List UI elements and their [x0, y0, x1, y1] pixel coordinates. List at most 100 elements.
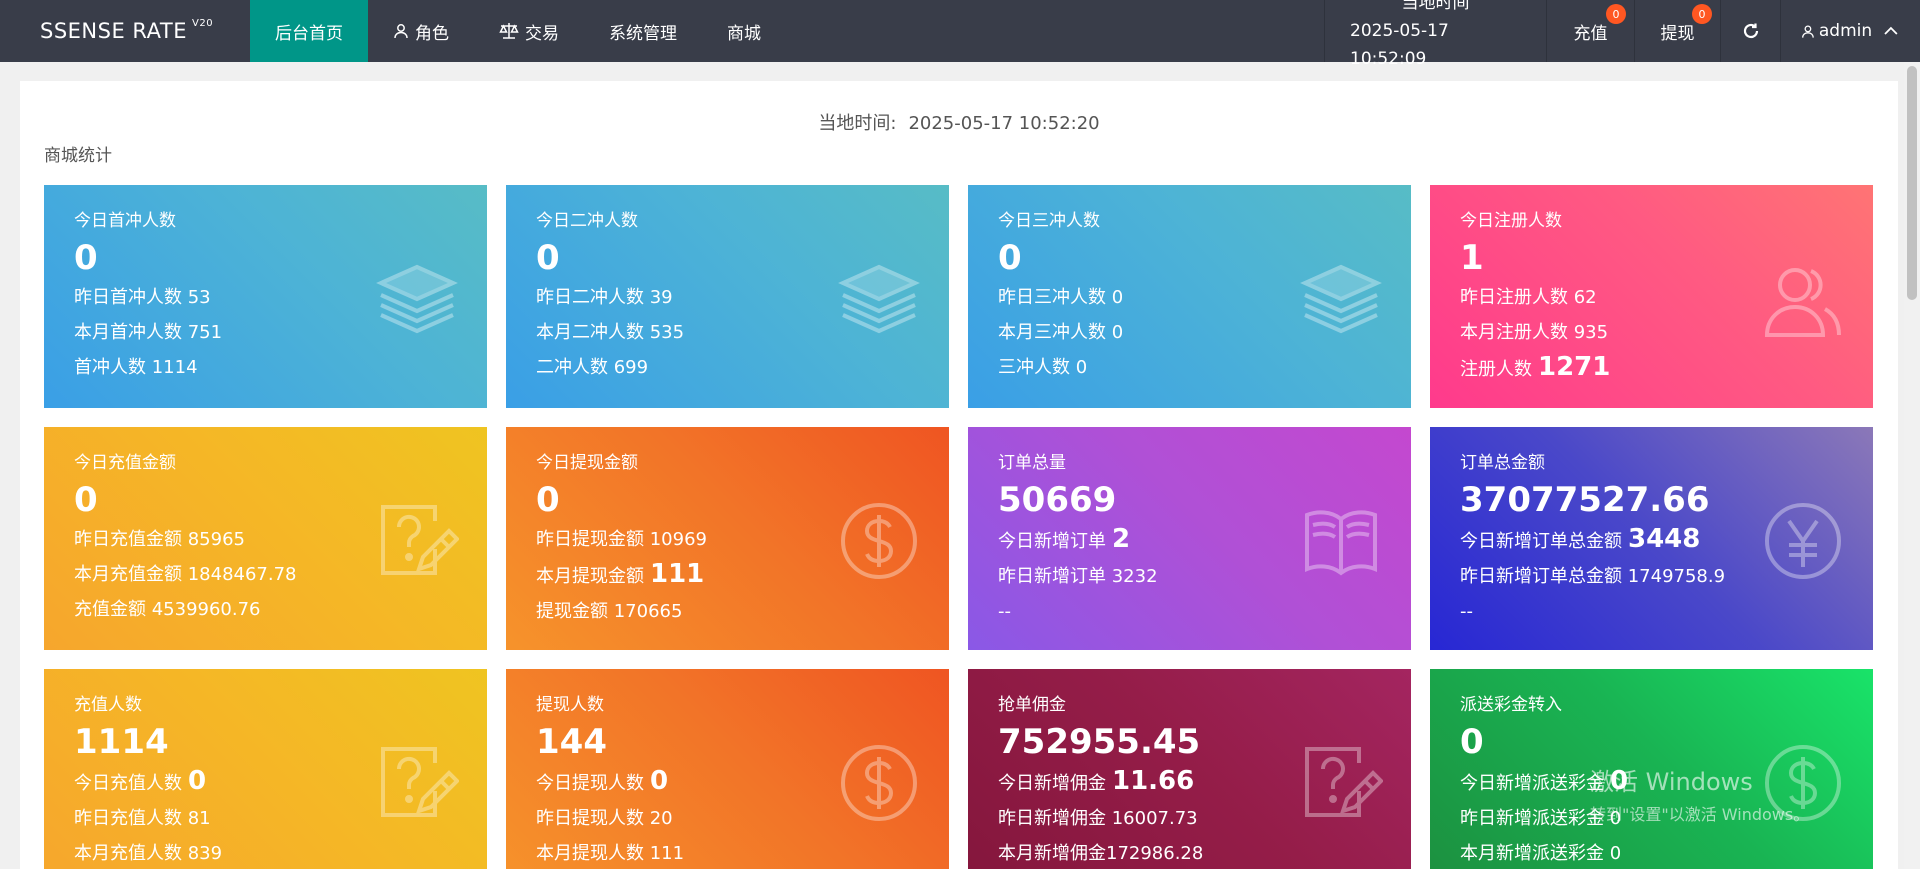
layers-icon: [837, 257, 921, 341]
stat-card-line-text: 昨日三冲人数 0: [998, 287, 1124, 308]
stat-card-line-text: 本月提现金额: [536, 566, 644, 587]
refresh-button[interactable]: [1720, 0, 1780, 62]
stat-card-line-highlight: 0: [1610, 766, 1629, 796]
stat-card-title: 订单总金额: [1460, 453, 1545, 473]
stat-card-line-highlight: 111: [650, 559, 705, 589]
nav-item-label: 商城: [727, 23, 761, 44]
stat-card-line-text: 昨日注册人数 62: [1460, 287, 1597, 308]
chevron-up-icon: [1884, 26, 1898, 35]
stat-card-line-text: 今日充值人数: [74, 773, 182, 794]
stat-card-line-text: 本月注册人数 935: [1460, 322, 1609, 343]
stat-card-line: 提现金额 170665: [536, 594, 919, 629]
stat-card-line-text: 本月二冲人数 535: [536, 322, 685, 343]
clock-label: 当地时间: [1401, 0, 1470, 13]
stat-card-line-text: 今日新增订单: [998, 531, 1106, 552]
admin-label: admin: [1818, 21, 1873, 41]
stat-card-line-text: 昨日新增佣金 16007.73: [998, 808, 1198, 829]
recharge-badge: 0: [1606, 4, 1626, 24]
layers-icon: [375, 257, 459, 341]
main-panel: 当地时间: 2025-05-17 10:52:20 商城统计 今日首冲人数 0 昨日首…: [20, 81, 1898, 869]
top-right-tools: 当地时间 2025-05-17 10:52:09 充值 0 提现 0 admin: [1324, 0, 1920, 69]
yen-icon: [1761, 499, 1845, 583]
stat-card-line: 本月提现人数 111: [536, 836, 919, 869]
stat-card: 今日充值金额 0 昨日充值金额 85965 本月充值金额 1848467.78 充值金额…: [44, 427, 487, 650]
stat-card-line: 三冲人数 0: [998, 350, 1381, 385]
stat-card-title: 今日首冲人数: [74, 211, 176, 231]
stat-card-line-text: 今日新增佣金: [998, 773, 1106, 794]
stat-card-line: 本月新增派送彩金 0: [1460, 836, 1843, 869]
scale-icon: [499, 23, 519, 39]
stat-card-line: 充值金额 4539960.76: [74, 592, 457, 627]
users-icon: [1761, 257, 1845, 341]
user-icon: [394, 24, 408, 39]
stat-card-title: 今日二冲人数: [536, 211, 638, 231]
question-edit-icon: [375, 499, 460, 583]
withdraw-button[interactable]: 提现 0: [1634, 0, 1720, 62]
stat-card-title: 今日提现金额: [536, 453, 638, 473]
stat-card-line-text: 本月新增佣金172986.28: [998, 843, 1204, 864]
nav-item-mall[interactable]: 商城: [702, 0, 786, 62]
stat-card-line-text: 昨日新增订单总金额 1749758.9: [1460, 566, 1726, 587]
stat-card-line-text: 二冲人数 699: [536, 357, 649, 378]
stat-card-line: 本月新增佣金172986.28: [998, 836, 1381, 869]
withdraw-label: 提现: [1660, 23, 1695, 44]
stat-card-line-text: --: [998, 601, 1011, 622]
stat-card-line-text: 昨日充值人数 81: [74, 808, 211, 829]
book-icon: [1299, 499, 1383, 583]
stat-card-line-text: 昨日提现金额 10969: [536, 529, 707, 550]
nav-item-label: 系统管理: [609, 23, 677, 44]
stat-card-line-text: 注册人数: [1460, 359, 1532, 380]
brand-version: V20: [191, 17, 214, 29]
stats-grid: 今日首冲人数 0 昨日首冲人数 53 本月首冲人数 751 首冲人数 1114 今日二冲人…: [44, 185, 1873, 869]
stat-card-line: --: [998, 594, 1381, 629]
stat-card: 订单总金额 37077527.66 今日新增订单总金额 3448 昨日新增订单总金额 1…: [1430, 427, 1873, 650]
brand-logo[interactable]: SSENSE RATE V20: [0, 0, 250, 62]
stat-card-line-text: 三冲人数 0: [998, 357, 1088, 378]
stat-card-line-text: 本月新增派送彩金 0: [1460, 843, 1622, 864]
stat-card-line: --: [1460, 594, 1843, 629]
nav-item-home[interactable]: 后台首页: [250, 0, 368, 62]
stat-card-title: 充值人数: [74, 695, 142, 715]
nav-item-label: 交易: [525, 23, 559, 44]
nav-item-trade[interactable]: 交易: [474, 0, 584, 62]
stat-card: 抢单佣金 752955.45 今日新增佣金 11.66 昨日新增佣金 16007.73 本…: [968, 669, 1411, 869]
stat-card-line-highlight: 11.66: [1112, 766, 1195, 796]
question-edit-icon: [375, 741, 460, 825]
stat-card-line: 本月充值人数 839: [74, 836, 457, 869]
stat-card-line-text: 本月提现人数 111: [536, 843, 685, 864]
dollar-icon: [837, 499, 921, 583]
stat-card-line-text: 本月三冲人数 0: [998, 322, 1124, 343]
stat-card-line-text: 昨日提现人数 20: [536, 808, 673, 829]
nav-item-system[interactable]: 系统管理: [584, 0, 702, 62]
brand-name: SSENSE RATE: [40, 19, 187, 43]
stat-card-line: 注册人数 1271: [1460, 350, 1843, 387]
dollar-icon: [837, 741, 921, 825]
stat-card-line-text: 今日提现人数: [536, 773, 644, 794]
question-edit-icon: [1299, 741, 1384, 825]
withdraw-badge: 0: [1692, 4, 1712, 24]
scrollbar-thumb[interactable]: [1907, 66, 1917, 300]
stat-card-line-text: 首冲人数 1114: [74, 357, 198, 378]
stat-card-line-text: 今日新增派送彩金: [1460, 773, 1604, 794]
stat-card-line-highlight: 1271: [1538, 352, 1611, 382]
stat-card-line-text: 充值金额 4539960.76: [74, 599, 261, 620]
recharge-label: 充值: [1573, 23, 1608, 44]
stat-card-line-text: 昨日充值金额 85965: [74, 529, 245, 550]
stat-card-title: 提现人数: [536, 695, 604, 715]
main-nav: 后台首页 角色 交易 系统管理 商城: [250, 0, 786, 62]
stat-card-line: 首冲人数 1114: [74, 350, 457, 385]
local-clock: 当地时间 2025-05-17 10:52:09: [1324, 0, 1546, 69]
recharge-button[interactable]: 充值 0: [1546, 0, 1634, 62]
stat-card-title: 订单总量: [998, 453, 1066, 473]
admin-menu[interactable]: admin: [1780, 0, 1920, 62]
stat-card: 订单总量 50669 今日新增订单 2 昨日新增订单 3232 --: [968, 427, 1411, 650]
nav-item-role[interactable]: 角色: [368, 0, 474, 62]
user-icon: [1802, 24, 1814, 38]
stat-card: 今日三冲人数 0 昨日三冲人数 0 本月三冲人数 0 三冲人数 0: [968, 185, 1411, 408]
stat-card-line-text: 本月充值人数 839: [74, 843, 223, 864]
stat-card-title: 抢单佣金: [998, 695, 1066, 715]
page-scrollbar[interactable]: [1904, 62, 1920, 869]
nav-item-label: 角色: [415, 23, 449, 44]
stat-card-title: 今日注册人数: [1460, 211, 1562, 231]
dollar-icon: [1761, 741, 1845, 825]
